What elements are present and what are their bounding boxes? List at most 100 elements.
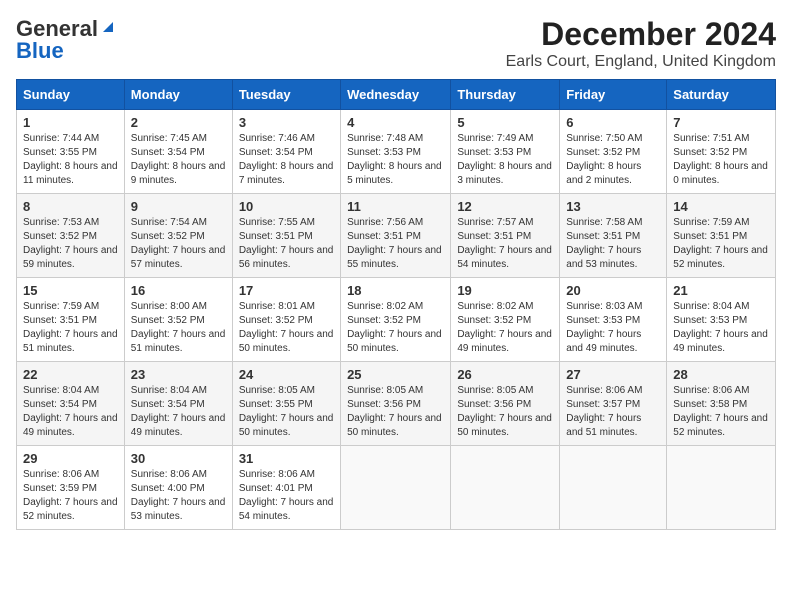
day-detail: Sunrise: 7:48 AMSunset: 3:53 PMDaylight:… bbox=[347, 133, 442, 186]
logo-arrow-icon bbox=[99, 18, 117, 36]
day-detail: Sunrise: 7:50 AMSunset: 3:52 PMDaylight:… bbox=[566, 133, 642, 186]
day-number: 7 bbox=[673, 115, 769, 130]
day-detail: Sunrise: 8:06 AMSunset: 3:59 PMDaylight:… bbox=[23, 469, 118, 522]
calendar-cell: 6 Sunrise: 7:50 AMSunset: 3:52 PMDayligh… bbox=[560, 110, 667, 194]
day-number: 8 bbox=[23, 199, 118, 214]
day-number: 3 bbox=[239, 115, 334, 130]
day-number: 22 bbox=[23, 367, 118, 382]
day-detail: Sunrise: 8:00 AMSunset: 3:52 PMDaylight:… bbox=[131, 301, 226, 354]
day-number: 29 bbox=[23, 451, 118, 466]
calendar-cell: 9 Sunrise: 7:54 AMSunset: 3:52 PMDayligh… bbox=[124, 194, 232, 278]
day-detail: Sunrise: 8:06 AMSunset: 4:01 PMDaylight:… bbox=[239, 469, 334, 522]
day-number: 24 bbox=[239, 367, 334, 382]
calendar-cell: 30 Sunrise: 8:06 AMSunset: 4:00 PMDaylig… bbox=[124, 446, 232, 530]
calendar-cell bbox=[667, 446, 776, 530]
day-detail: Sunrise: 8:05 AMSunset: 3:56 PMDaylight:… bbox=[347, 385, 442, 438]
day-number: 14 bbox=[673, 199, 769, 214]
calendar-cell: 2 Sunrise: 7:45 AMSunset: 3:54 PMDayligh… bbox=[124, 110, 232, 194]
day-detail: Sunrise: 7:56 AMSunset: 3:51 PMDaylight:… bbox=[347, 217, 442, 270]
day-detail: Sunrise: 7:46 AMSunset: 3:54 PMDaylight:… bbox=[239, 133, 334, 186]
logo-blue: Blue bbox=[16, 38, 64, 64]
calendar-week-5: 29 Sunrise: 8:06 AMSunset: 3:59 PMDaylig… bbox=[17, 446, 776, 530]
day-number: 31 bbox=[239, 451, 334, 466]
day-detail: Sunrise: 8:04 AMSunset: 3:53 PMDaylight:… bbox=[673, 301, 768, 354]
day-number: 9 bbox=[131, 199, 226, 214]
day-number: 28 bbox=[673, 367, 769, 382]
day-number: 4 bbox=[347, 115, 444, 130]
calendar-cell: 21 Sunrise: 8:04 AMSunset: 3:53 PMDaylig… bbox=[667, 278, 776, 362]
calendar-cell: 19 Sunrise: 8:02 AMSunset: 3:52 PMDaylig… bbox=[451, 278, 560, 362]
calendar-cell: 3 Sunrise: 7:46 AMSunset: 3:54 PMDayligh… bbox=[232, 110, 340, 194]
day-detail: Sunrise: 7:45 AMSunset: 3:54 PMDaylight:… bbox=[131, 133, 226, 186]
day-number: 10 bbox=[239, 199, 334, 214]
calendar-cell: 17 Sunrise: 8:01 AMSunset: 3:52 PMDaylig… bbox=[232, 278, 340, 362]
day-detail: Sunrise: 8:02 AMSunset: 3:52 PMDaylight:… bbox=[347, 301, 442, 354]
day-detail: Sunrise: 8:02 AMSunset: 3:52 PMDaylight:… bbox=[457, 301, 552, 354]
header-wednesday: Wednesday bbox=[341, 80, 451, 110]
page-subtitle: Earls Court, England, United Kingdom bbox=[506, 53, 776, 71]
header-sunday: Sunday bbox=[17, 80, 125, 110]
calendar-cell: 10 Sunrise: 7:55 AMSunset: 3:51 PMDaylig… bbox=[232, 194, 340, 278]
calendar-week-3: 15 Sunrise: 7:59 AMSunset: 3:51 PMDaylig… bbox=[17, 278, 776, 362]
day-detail: Sunrise: 8:06 AMSunset: 3:57 PMDaylight:… bbox=[566, 385, 642, 438]
calendar-cell: 18 Sunrise: 8:02 AMSunset: 3:52 PMDaylig… bbox=[341, 278, 451, 362]
day-detail: Sunrise: 7:51 AMSunset: 3:52 PMDaylight:… bbox=[673, 133, 768, 186]
calendar-cell: 31 Sunrise: 8:06 AMSunset: 4:01 PMDaylig… bbox=[232, 446, 340, 530]
calendar-week-1: 1 Sunrise: 7:44 AMSunset: 3:55 PMDayligh… bbox=[17, 110, 776, 194]
day-detail: Sunrise: 7:44 AMSunset: 3:55 PMDaylight:… bbox=[23, 133, 118, 186]
calendar-cell: 26 Sunrise: 8:05 AMSunset: 3:56 PMDaylig… bbox=[451, 362, 560, 446]
day-detail: Sunrise: 7:54 AMSunset: 3:52 PMDaylight:… bbox=[131, 217, 226, 270]
calendar-cell: 8 Sunrise: 7:53 AMSunset: 3:52 PMDayligh… bbox=[17, 194, 125, 278]
calendar-cell: 28 Sunrise: 8:06 AMSunset: 3:58 PMDaylig… bbox=[667, 362, 776, 446]
header-thursday: Thursday bbox=[451, 80, 560, 110]
day-detail: Sunrise: 7:55 AMSunset: 3:51 PMDaylight:… bbox=[239, 217, 334, 270]
day-number: 21 bbox=[673, 283, 769, 298]
day-number: 13 bbox=[566, 199, 660, 214]
day-detail: Sunrise: 7:53 AMSunset: 3:52 PMDaylight:… bbox=[23, 217, 118, 270]
calendar-cell: 29 Sunrise: 8:06 AMSunset: 3:59 PMDaylig… bbox=[17, 446, 125, 530]
day-detail: Sunrise: 8:04 AMSunset: 3:54 PMDaylight:… bbox=[131, 385, 226, 438]
calendar-cell: 23 Sunrise: 8:04 AMSunset: 3:54 PMDaylig… bbox=[124, 362, 232, 446]
header-monday: Monday bbox=[124, 80, 232, 110]
calendar-table: SundayMondayTuesdayWednesdayThursdayFrid… bbox=[16, 79, 776, 530]
day-detail: Sunrise: 8:01 AMSunset: 3:52 PMDaylight:… bbox=[239, 301, 334, 354]
calendar-week-4: 22 Sunrise: 8:04 AMSunset: 3:54 PMDaylig… bbox=[17, 362, 776, 446]
day-number: 18 bbox=[347, 283, 444, 298]
day-number: 5 bbox=[457, 115, 553, 130]
header-saturday: Saturday bbox=[667, 80, 776, 110]
day-number: 16 bbox=[131, 283, 226, 298]
day-number: 12 bbox=[457, 199, 553, 214]
calendar-header-row: SundayMondayTuesdayWednesdayThursdayFrid… bbox=[17, 80, 776, 110]
day-number: 17 bbox=[239, 283, 334, 298]
header-tuesday: Tuesday bbox=[232, 80, 340, 110]
day-detail: Sunrise: 7:57 AMSunset: 3:51 PMDaylight:… bbox=[457, 217, 552, 270]
day-detail: Sunrise: 8:03 AMSunset: 3:53 PMDaylight:… bbox=[566, 301, 642, 354]
day-detail: Sunrise: 8:06 AMSunset: 3:58 PMDaylight:… bbox=[673, 385, 768, 438]
day-detail: Sunrise: 7:59 AMSunset: 3:51 PMDaylight:… bbox=[23, 301, 118, 354]
day-number: 30 bbox=[131, 451, 226, 466]
title-block: December 2024 Earls Court, England, Unit… bbox=[506, 16, 776, 71]
calendar-cell: 14 Sunrise: 7:59 AMSunset: 3:51 PMDaylig… bbox=[667, 194, 776, 278]
calendar-cell: 15 Sunrise: 7:59 AMSunset: 3:51 PMDaylig… bbox=[17, 278, 125, 362]
day-detail: Sunrise: 8:06 AMSunset: 4:00 PMDaylight:… bbox=[131, 469, 226, 522]
day-number: 19 bbox=[457, 283, 553, 298]
day-number: 25 bbox=[347, 367, 444, 382]
header-friday: Friday bbox=[560, 80, 667, 110]
day-detail: Sunrise: 8:05 AMSunset: 3:55 PMDaylight:… bbox=[239, 385, 334, 438]
calendar-cell: 22 Sunrise: 8:04 AMSunset: 3:54 PMDaylig… bbox=[17, 362, 125, 446]
day-number: 6 bbox=[566, 115, 660, 130]
calendar-cell: 5 Sunrise: 7:49 AMSunset: 3:53 PMDayligh… bbox=[451, 110, 560, 194]
day-number: 15 bbox=[23, 283, 118, 298]
page-header: General Blue December 2024 Earls Court, … bbox=[16, 16, 776, 71]
day-number: 1 bbox=[23, 115, 118, 130]
day-number: 2 bbox=[131, 115, 226, 130]
day-detail: Sunrise: 7:58 AMSunset: 3:51 PMDaylight:… bbox=[566, 217, 642, 270]
day-detail: Sunrise: 7:59 AMSunset: 3:51 PMDaylight:… bbox=[673, 217, 768, 270]
day-detail: Sunrise: 7:49 AMSunset: 3:53 PMDaylight:… bbox=[457, 133, 552, 186]
calendar-cell bbox=[451, 446, 560, 530]
day-number: 23 bbox=[131, 367, 226, 382]
calendar-cell: 7 Sunrise: 7:51 AMSunset: 3:52 PMDayligh… bbox=[667, 110, 776, 194]
page-title: December 2024 bbox=[506, 16, 776, 53]
logo: General Blue bbox=[16, 16, 117, 64]
calendar-cell: 4 Sunrise: 7:48 AMSunset: 3:53 PMDayligh… bbox=[341, 110, 451, 194]
